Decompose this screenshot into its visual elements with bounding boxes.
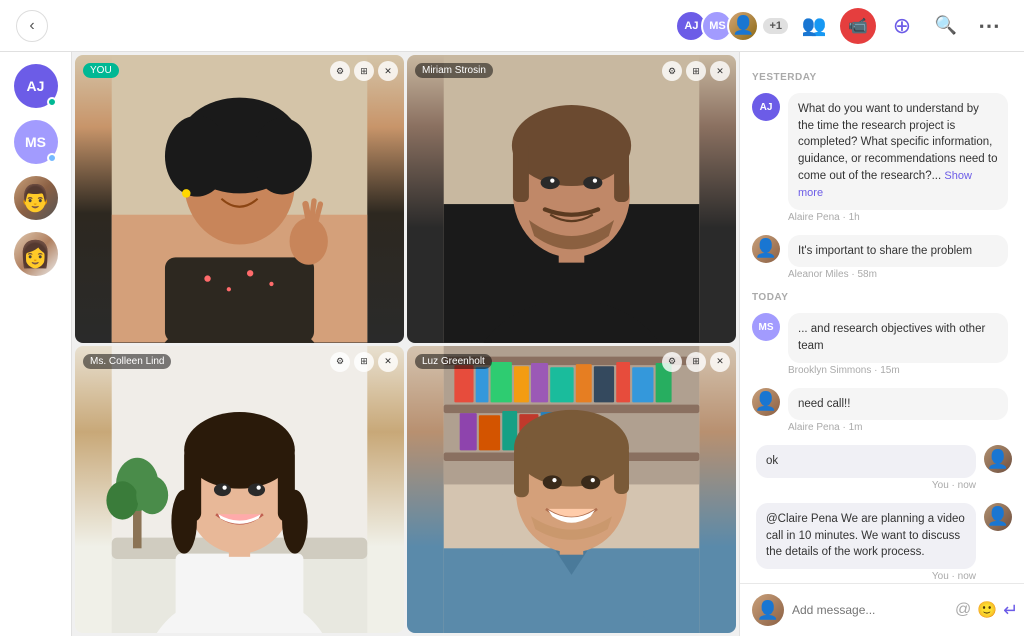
sidebar-item-person4[interactable]: 👩	[14, 232, 58, 276]
msg-bubble-4: need call!!	[788, 388, 1008, 421]
video-setting-btn[interactable]: ⚙	[662, 61, 682, 81]
video-name-2: Miriam Strosin	[415, 63, 493, 78]
video-controls-1: ⚙ ⊞ ✕	[330, 61, 398, 81]
video-cell-4: Luz Greenholt ⚙ ⊞ ✕	[407, 346, 736, 634]
add-button[interactable]: ⊕	[884, 8, 920, 44]
message-3: MS ... and research objectives with othe…	[752, 313, 1012, 375]
msg-content-2: It's important to share the problem Alea…	[788, 235, 1012, 281]
msg-content-5: ok You · now	[752, 445, 976, 491]
msg-meta-5: You · now	[752, 480, 976, 491]
video-expand-btn[interactable]: ⊞	[354, 61, 374, 81]
msg-meta-1: Alaire Pena · 1h	[788, 212, 1012, 223]
video-expand-btn[interactable]: ⊞	[686, 352, 706, 372]
video-icon: 📹	[848, 16, 868, 36]
sidebar: AJ MS 👨 👩	[0, 52, 72, 636]
more-icon: ⋯	[978, 13, 1002, 39]
video-name-3: Ms. Colleen Lind	[83, 354, 171, 369]
main-content: AJ MS 👨 👩	[0, 52, 1024, 636]
msg-bubble-3: ... and research objectives with other t…	[788, 313, 1008, 362]
msg-avatar-aj: AJ	[752, 93, 780, 121]
person-svg-3	[75, 346, 404, 634]
people-icon-btn[interactable]: 👥	[796, 8, 832, 44]
msg-meta-3: Brooklyn Simmons · 15m	[788, 365, 1012, 376]
sidebar-item-ms[interactable]: MS	[14, 120, 58, 164]
video-controls-4: ⚙ ⊞ ✕	[662, 352, 730, 372]
chat-panel: YESTERDAY AJ What do you want to underst…	[739, 52, 1024, 636]
video-call-button[interactable]: 📹	[840, 8, 876, 44]
mention-icon[interactable]: @	[955, 601, 971, 619]
chat-input[interactable]	[792, 603, 947, 617]
chat-input-avatar: 👤	[752, 594, 784, 626]
message-4: 👤 need call!! Alaire Pena · 1m	[752, 388, 1012, 434]
chat-input-area: 👤 @ 🙂 ↵	[740, 583, 1024, 636]
more-button[interactable]: ⋯	[972, 8, 1008, 44]
date-divider-today: TODAY	[752, 292, 1012, 303]
chat-messages: YESTERDAY AJ What do you want to underst…	[740, 52, 1024, 583]
video-expand-btn[interactable]: ⊞	[686, 61, 706, 81]
date-divider-yesterday: YESTERDAY	[752, 72, 1012, 83]
message-1: AJ What do you want to understand by the…	[752, 93, 1012, 223]
video-cell-2: Miriam Strosin ⚙ ⊞ ✕	[407, 55, 736, 343]
search-button[interactable]: 🔍	[928, 8, 964, 44]
emoji-icon[interactable]: 🙂	[977, 600, 997, 620]
video-controls-2: ⚙ ⊞ ✕	[662, 61, 730, 81]
header-left: ‹	[16, 10, 48, 42]
msg-meta-6: You · now	[752, 571, 976, 582]
video-cell-1: YOU ⚙ ⊞ ✕	[75, 55, 404, 343]
message-5: 👤 ok You · now	[752, 445, 1012, 491]
msg-bubble-2: It's important to share the problem	[788, 235, 1008, 268]
participant-avatars: AJ MS 👤 +1	[675, 10, 788, 42]
video-face-1	[75, 55, 404, 343]
avatar-photo: 👤	[727, 10, 759, 42]
send-icon[interactable]: ↵	[1003, 600, 1018, 621]
plus-count: +1	[763, 18, 788, 34]
msg-meta-4: Alaire Pena · 1m	[788, 422, 1012, 433]
video-name-4: Luz Greenholt	[415, 354, 492, 369]
online-dot	[47, 97, 57, 107]
msg-avatar-ms: MS	[752, 313, 780, 341]
msg-content-4: need call!! Alaire Pena · 1m	[788, 388, 1012, 434]
msg-avatar-alaire: 👤	[752, 388, 780, 416]
person-svg-4	[407, 346, 736, 634]
chat-action-icons: @ 🙂 ↵	[955, 600, 1018, 621]
search-icon: 🔍	[935, 15, 957, 36]
person-svg-1	[75, 55, 404, 343]
msg-avatar-aleanor: 👤	[752, 235, 780, 263]
video-close-btn[interactable]: ✕	[378, 352, 398, 372]
msg-content-1: What do you want to understand by the ti…	[788, 93, 1012, 223]
message-6: 👤 @Claire Pena We are planning a video c…	[752, 503, 1012, 582]
video-cell-3: Ms. Colleen Lind ⚙ ⊞ ✕	[75, 346, 404, 634]
header: ‹ AJ MS 👤 +1 👥 📹 ⊕ 🔍 ⋯	[0, 0, 1024, 52]
add-icon: ⊕	[893, 13, 911, 39]
sidebar-item-aj[interactable]: AJ	[14, 64, 58, 108]
person-svg-2	[407, 55, 736, 343]
video-setting-btn[interactable]: ⚙	[662, 352, 682, 372]
you-badge: YOU	[83, 63, 119, 78]
people-icon: 👥	[802, 13, 827, 38]
msg-bubble-6: @Claire Pena We are planning a video cal…	[756, 503, 976, 569]
msg-bubble-1: What do you want to understand by the ti…	[788, 93, 1008, 210]
video-expand-btn[interactable]: ⊞	[354, 352, 374, 372]
video-close-btn[interactable]: ✕	[710, 352, 730, 372]
msg-avatar-you-5: 👤	[984, 445, 1012, 473]
header-right: AJ MS 👤 +1 👥 📹 ⊕ 🔍 ⋯	[675, 8, 1008, 44]
video-controls-3: ⚙ ⊞ ✕	[330, 352, 398, 372]
back-button[interactable]: ‹	[16, 10, 48, 42]
online-dot	[47, 153, 57, 163]
video-close-btn[interactable]: ✕	[378, 61, 398, 81]
msg-content-3: ... and research objectives with other t…	[788, 313, 1012, 375]
msg-content-6: @Claire Pena We are planning a video cal…	[752, 503, 976, 582]
message-2: 👤 It's important to share the problem Al…	[752, 235, 1012, 281]
video-setting-btn[interactable]: ⚙	[330, 352, 350, 372]
video-close-btn[interactable]: ✕	[710, 61, 730, 81]
video-setting-btn[interactable]: ⚙	[330, 61, 350, 81]
msg-bubble-5: ok	[756, 445, 976, 478]
video-grid: YOU ⚙ ⊞ ✕	[72, 52, 739, 636]
sidebar-item-person3[interactable]: 👨	[14, 176, 58, 220]
msg-avatar-you-6: 👤	[984, 503, 1012, 531]
msg-meta-2: Aleanor Miles · 58m	[788, 269, 1012, 280]
